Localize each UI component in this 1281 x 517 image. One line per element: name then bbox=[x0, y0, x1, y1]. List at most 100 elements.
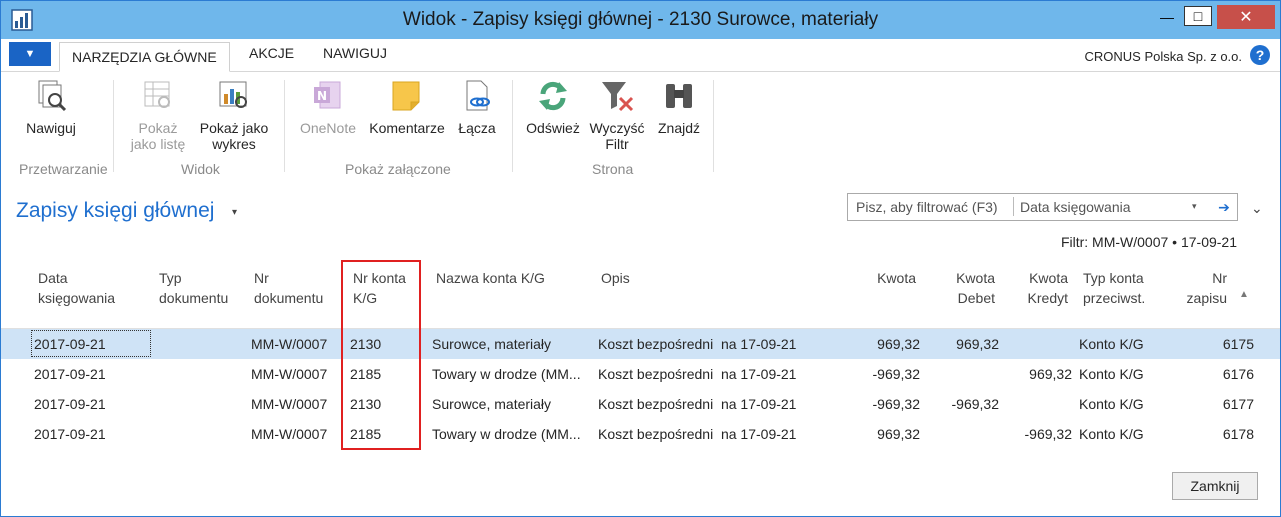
cell-nazwa-konta[interactable]: Surowce, materiały bbox=[432, 336, 592, 352]
show-as-chart-button[interactable]: Pokaż jako wykres bbox=[195, 78, 273, 152]
cell-data[interactable]: 2017-09-21 bbox=[34, 366, 106, 382]
cell-kwota-kredyt[interactable]: -969,32 bbox=[1001, 426, 1072, 442]
cell-nazwa-konta[interactable]: Surowce, materiały bbox=[432, 396, 592, 412]
show-as-list-button[interactable]: Pokaż jako listę bbox=[123, 78, 193, 152]
cell-kwota-debet[interactable]: 969,32 bbox=[921, 336, 999, 352]
column-header-nazwa-konta[interactable]: Nazwa konta K/G bbox=[436, 268, 545, 288]
show-as-chart-label-2: wykres bbox=[212, 136, 256, 152]
sort-ascending-icon: ▲ bbox=[1239, 289, 1249, 300]
cell-typ-konta[interactable]: Konto K/G bbox=[1079, 396, 1144, 412]
column-header-opis[interactable]: Opis bbox=[601, 268, 630, 288]
refresh-icon bbox=[535, 78, 571, 114]
table-row[interactable]: 2017-09-21 MM-W/0007 2130 Surowce, mater… bbox=[1, 329, 1280, 359]
ribbon-separator bbox=[512, 80, 513, 172]
cell-typ-konta[interactable]: Konto K/G bbox=[1079, 336, 1144, 352]
cell-data[interactable]: 2017-09-21 bbox=[34, 336, 106, 352]
filter-field-select[interactable]: Data księgowania bbox=[1020, 199, 1131, 215]
column-header-nr-zapisu[interactable]: Nr zapisu bbox=[1171, 268, 1227, 308]
refresh-button[interactable]: Odśwież bbox=[523, 78, 583, 136]
column-header-typ-dokumentu[interactable]: Typ dokumentu bbox=[159, 268, 228, 308]
active-filter-text: Filtr: MM-W/0007 • 17-09-21 bbox=[1060, 234, 1237, 250]
cell-nr-zapisu[interactable]: 6175 bbox=[1171, 336, 1254, 352]
cell-data[interactable]: 2017-09-21 bbox=[34, 426, 106, 442]
chevron-down-icon[interactable]: ▾ bbox=[1192, 201, 1197, 212]
filter-box[interactable]: Pisz, aby filtrować (F3) Data księgowani… bbox=[847, 193, 1213, 221]
filter-divider bbox=[1013, 197, 1014, 216]
column-header-kwota[interactable]: Kwota bbox=[841, 268, 916, 288]
column-highlight-box bbox=[341, 260, 421, 450]
app-window: Widok - Zapisy księgi głównej - 2130 Sur… bbox=[0, 0, 1281, 517]
page-title-dropdown-icon[interactable]: ▾ bbox=[232, 207, 237, 218]
header-line: zapisu bbox=[1186, 290, 1227, 306]
links-button[interactable]: Łącza bbox=[453, 78, 501, 136]
header-line: dokumentu bbox=[254, 290, 324, 306]
svg-text:N: N bbox=[317, 89, 327, 103]
cell-nazwa-konta[interactable]: Towary w drodze (MM... bbox=[432, 426, 592, 442]
onenote-button[interactable]: N OneNote bbox=[295, 78, 361, 136]
table-row[interactable]: 2017-09-21 MM-W/0007 2130 Surowce, mater… bbox=[1, 389, 1280, 419]
table-row[interactable]: 2017-09-21 MM-W/0007 2185 Towary w drodz… bbox=[1, 419, 1280, 449]
clear-filter-button[interactable]: Wyczyść Filtr bbox=[585, 78, 649, 152]
minimize-button[interactable]: — bbox=[1151, 5, 1183, 29]
cell-nr-dokumentu[interactable]: MM-W/0007 bbox=[251, 366, 327, 382]
filter-apply-arrow-icon[interactable]: ➔ bbox=[1211, 193, 1238, 221]
cell-kwota[interactable]: 969,32 bbox=[841, 336, 920, 352]
cell-data[interactable]: 2017-09-21 bbox=[34, 396, 106, 412]
cell-kwota-kredyt[interactable]: 969,32 bbox=[1001, 366, 1072, 382]
maximize-button[interactable]: □ bbox=[1184, 6, 1212, 26]
cell-kwota[interactable]: 969,32 bbox=[841, 426, 920, 442]
cell-nr-zapisu[interactable]: 6177 bbox=[1171, 396, 1254, 412]
comments-button[interactable]: Komentarze bbox=[364, 78, 450, 136]
cell-kwota-debet[interactable]: -969,32 bbox=[921, 396, 999, 412]
navigate-button[interactable]: Nawiguj bbox=[19, 78, 83, 136]
find-label: Znajdź bbox=[657, 120, 701, 136]
ribbon: Nawiguj Przetwarzanie Pokaż jako listę P… bbox=[1, 72, 1280, 185]
ribbon-tab-bar: ▼ NARZĘDZIA GŁÓWNE AKCJE NAWIGUJ CRONUS … bbox=[1, 39, 1280, 72]
cell-kwota[interactable]: -969,32 bbox=[841, 366, 920, 382]
close-button[interactable]: Zamknij bbox=[1172, 472, 1258, 500]
onenote-label: OneNote bbox=[299, 120, 357, 136]
chart-view-icon bbox=[216, 78, 252, 114]
close-window-button[interactable]: ✕ bbox=[1217, 5, 1275, 29]
cell-nr-dokumentu[interactable]: MM-W/0007 bbox=[251, 426, 327, 442]
clear-filter-label-1: Wyczyść bbox=[589, 120, 645, 136]
links-icon bbox=[459, 78, 495, 114]
group-label-przetwarzanie: Przetwarzanie bbox=[19, 161, 108, 177]
header-line: Opis bbox=[601, 270, 630, 286]
tab-nawiguj[interactable]: NAWIGUJ bbox=[323, 45, 387, 61]
filter-input[interactable]: Pisz, aby filtrować (F3) bbox=[856, 199, 998, 215]
cell-nazwa-konta[interactable]: Towary w drodze (MM... bbox=[432, 366, 592, 382]
cell-nr-zapisu[interactable]: 6176 bbox=[1171, 366, 1254, 382]
column-header-kwota-kredyt[interactable]: Kwota Kredyt bbox=[1001, 268, 1068, 308]
navigate-label: Nawiguj bbox=[26, 120, 76, 136]
show-as-list-label-1: Pokaż bbox=[138, 120, 178, 136]
find-button[interactable]: Znajdź bbox=[653, 78, 705, 136]
tab-narzedzia-glowne[interactable]: NARZĘDZIA GŁÓWNE bbox=[59, 42, 230, 72]
cell-kwota[interactable]: -969,32 bbox=[841, 396, 920, 412]
help-icon[interactable]: ? bbox=[1250, 45, 1270, 65]
cell-opis[interactable]: Koszt bezpośredni na 17-09-21 bbox=[598, 426, 796, 442]
cell-nr-dokumentu[interactable]: MM-W/0007 bbox=[251, 336, 327, 352]
column-header-nr-dokumentu[interactable]: Nr dokumentu bbox=[254, 268, 323, 308]
tab-akcje[interactable]: AKCJE bbox=[249, 45, 294, 61]
header-line: Nazwa konta K/G bbox=[436, 270, 545, 286]
column-header-kwota-debet[interactable]: Kwota Debet bbox=[921, 268, 995, 308]
cell-nr-dokumentu[interactable]: MM-W/0007 bbox=[251, 396, 327, 412]
ribbon-separator bbox=[284, 80, 285, 172]
file-menu-button[interactable]: ▼ bbox=[9, 42, 51, 66]
cell-typ-konta[interactable]: Konto K/G bbox=[1079, 366, 1144, 382]
header-line: Typ konta bbox=[1083, 270, 1144, 286]
header-line: Kwota bbox=[1029, 270, 1068, 286]
group-label-pokaz-zalaczone: Pokaż załączone bbox=[345, 161, 451, 177]
cell-typ-konta[interactable]: Konto K/G bbox=[1079, 426, 1144, 442]
table-row[interactable]: 2017-09-21 MM-W/0007 2185 Towary w drodz… bbox=[1, 359, 1280, 389]
column-header-data-ksiegowania[interactable]: Data księgowania bbox=[38, 268, 115, 308]
cell-opis[interactable]: Koszt bezpośredni na 17-09-21 bbox=[598, 336, 796, 352]
cell-opis[interactable]: Koszt bezpośredni na 17-09-21 bbox=[598, 396, 796, 412]
cell-nr-zapisu[interactable]: 6178 bbox=[1171, 426, 1254, 442]
list-view-icon bbox=[140, 78, 176, 114]
collapse-chevron-icon[interactable]: ⌄ bbox=[1251, 200, 1263, 217]
column-header-typ-konta[interactable]: Typ konta przeciwst. bbox=[1083, 268, 1145, 308]
cell-opis[interactable]: Koszt bezpośredni na 17-09-21 bbox=[598, 366, 796, 382]
show-as-list-label-2: jako listę bbox=[130, 136, 186, 152]
